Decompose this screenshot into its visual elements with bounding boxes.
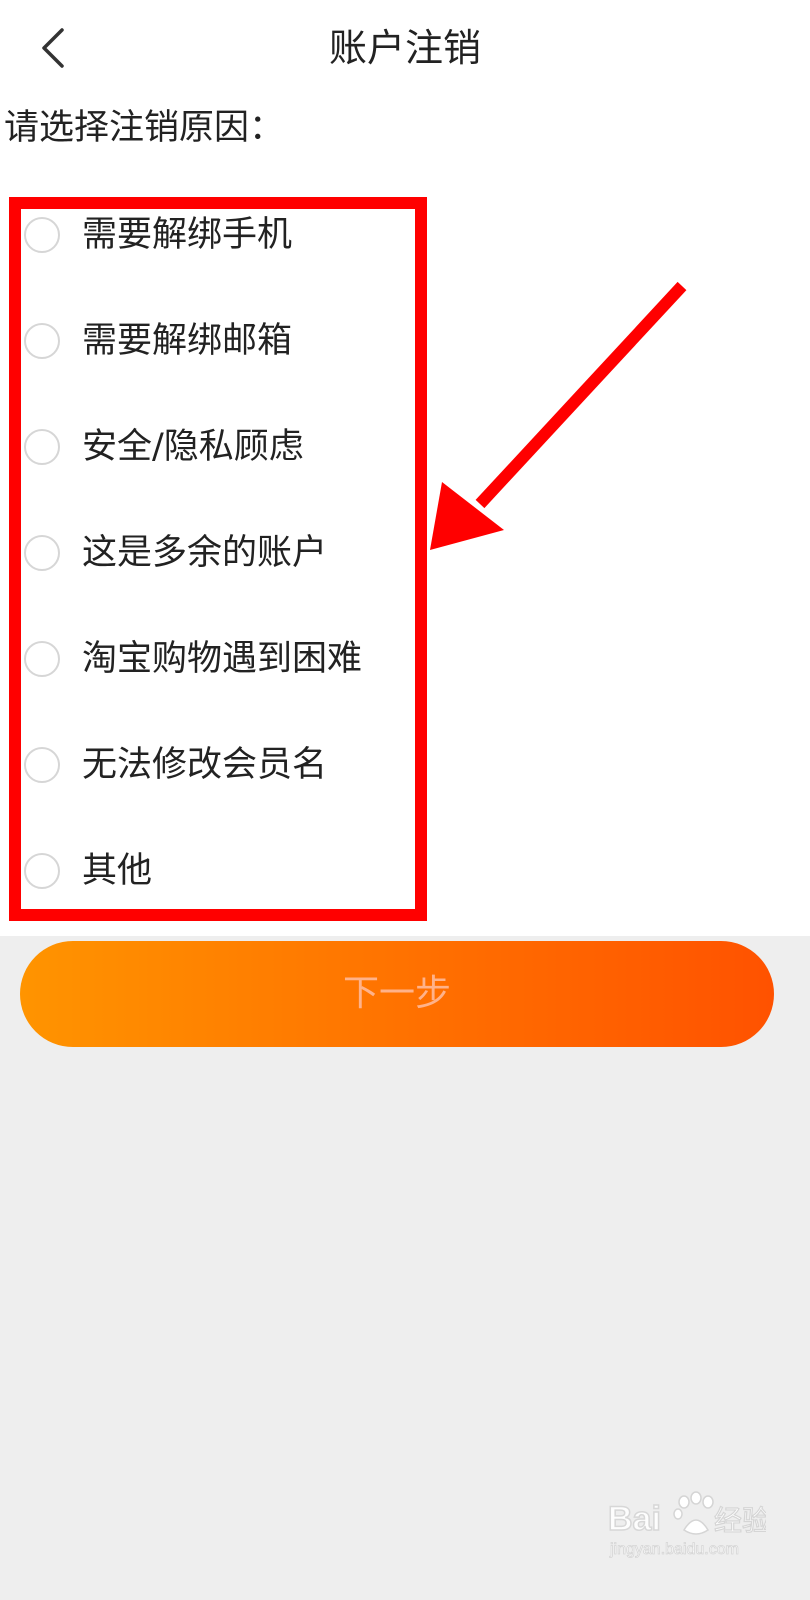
- radio-button[interactable]: [24, 747, 60, 783]
- reason-prompt: 请选择注销原因：: [4, 108, 285, 148]
- reason-option-security-privacy[interactable]: 安全/隐私顾虑: [24, 417, 304, 477]
- reason-option-shopping-difficulty[interactable]: 淘宝购物遇到困难: [24, 629, 362, 689]
- reason-label: 这是多余的账户: [82, 533, 328, 573]
- next-step-button[interactable]: 下一步: [20, 941, 774, 1047]
- radio-button[interactable]: [24, 535, 60, 571]
- radio-button[interactable]: [24, 323, 60, 359]
- reason-label: 无法修改会员名: [82, 745, 328, 785]
- page-title: 账户注销: [328, 26, 481, 70]
- reason-option-cannot-change-name[interactable]: 无法修改会员名: [24, 735, 327, 795]
- reason-option-other[interactable]: 其他: [24, 841, 152, 901]
- reason-label: 淘宝购物遇到困难: [82, 639, 363, 679]
- radio-button[interactable]: [24, 853, 60, 889]
- reason-option-unbind-phone[interactable]: 需要解绑手机: [24, 205, 292, 265]
- reason-label: 安全/隐私顾虑: [82, 427, 304, 467]
- radio-button[interactable]: [24, 429, 60, 465]
- reason-label: 需要解绑邮箱: [82, 321, 293, 361]
- radio-button[interactable]: [24, 641, 60, 677]
- radio-button[interactable]: [24, 217, 60, 253]
- reason-label: 需要解绑手机: [82, 215, 293, 255]
- reason-option-unbind-email[interactable]: 需要解绑邮箱: [24, 311, 292, 371]
- reason-option-redundant-account[interactable]: 这是多余的账户: [24, 523, 327, 583]
- reason-label: 其他: [82, 851, 153, 891]
